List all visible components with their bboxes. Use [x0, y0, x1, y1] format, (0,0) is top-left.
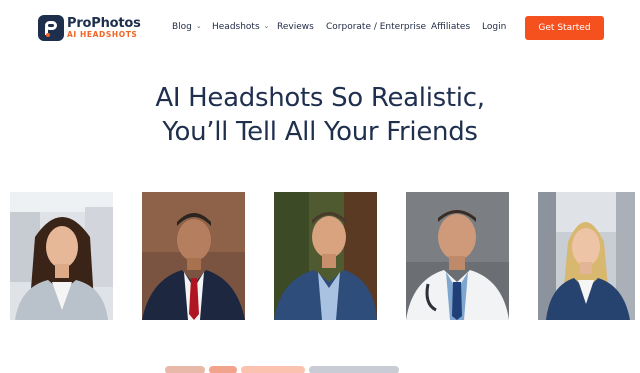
nav-item-label: Corporate / Enterprise [326, 22, 427, 32]
nav-item-affiliates[interactable]: Affiliates [431, 22, 470, 32]
nav-item-label: Affiliates [431, 22, 471, 32]
chevron-down-icon: ⌄ [195, 22, 202, 30]
brand-tagline: AI HEADSHOTS [67, 30, 138, 40]
nav-item-blog[interactable]: Blog ⌄ [172, 22, 202, 32]
headshot-photo-man-blazer [274, 192, 377, 320]
headshot-photo-man-red-tie [142, 192, 245, 320]
nav-item-headshots[interactable]: Headshots ⌄ [212, 22, 270, 32]
nav-item-label: Login [482, 22, 507, 32]
nav-item-login[interactable]: Login [482, 22, 506, 32]
nav-item-label: Reviews [277, 22, 314, 32]
hero-heading-line1: AI Headshots So Realistic, [155, 83, 485, 113]
hero-heading: AI Headshots So Realistic, You’ll Tell A… [0, 81, 640, 149]
headshot-photo-blonde-woman [538, 192, 635, 320]
headshot-photo-doctor [406, 192, 509, 320]
nav-item-label: Blog [172, 22, 192, 32]
nav-item-corporate-enterprise[interactable]: Corporate / Enterprise [326, 22, 426, 32]
hero-heading-line2: You’ll Tell All Your Friends [162, 117, 478, 147]
top-navigation: ProPhotos AI HEADSHOTS Blog ⌄ Headshots ⌄ … [0, 0, 640, 56]
nav-item-reviews[interactable]: Reviews [277, 22, 314, 32]
brand-logo[interactable]: ProPhotos AI HEADSHOTS [38, 15, 141, 41]
nav-item-label: Headshots [212, 22, 260, 32]
brand-name: ProPhotos [67, 16, 141, 32]
chevron-down-icon: ⌄ [263, 22, 270, 30]
get-started-button[interactable]: Get Started [525, 16, 604, 40]
logo-mark-icon [38, 15, 64, 41]
headshot-photo-woman-office [10, 192, 113, 320]
next-section-heading-cropped [165, 366, 399, 373]
